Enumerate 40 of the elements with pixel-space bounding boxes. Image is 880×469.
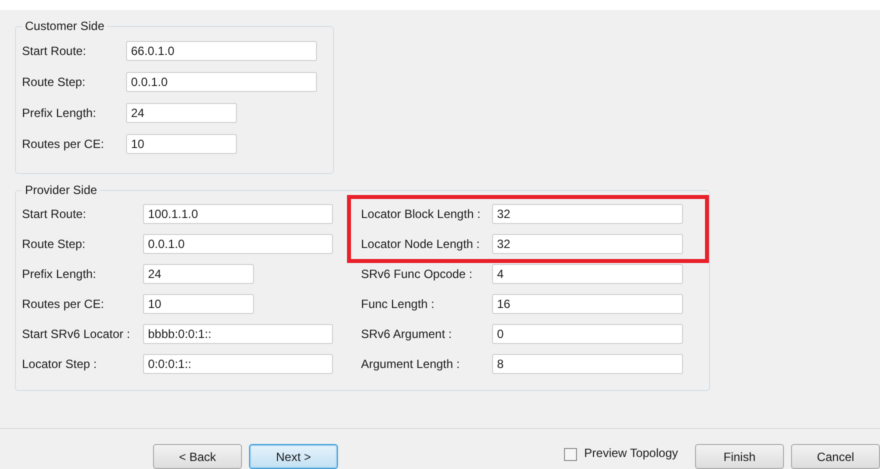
field-label: Route Step:	[22, 237, 86, 251]
checkbox-label[interactable]: Preview Topology	[584, 446, 678, 460]
group-title: Provider Side	[24, 183, 98, 197]
field-label: Start SRv6 Locator :	[22, 327, 132, 341]
input-field[interactable]: 0:0:0:1::	[143, 354, 333, 374]
field-label: Prefix Length:	[22, 267, 98, 281]
input-field[interactable]: 32	[492, 234, 683, 254]
field-label: Argument Length :	[361, 357, 461, 371]
input-field[interactable]: 4	[492, 264, 683, 284]
wizard-button[interactable]: Next >	[249, 444, 338, 469]
input-field[interactable]: 10	[143, 294, 254, 314]
field-label: SRv6 Argument :	[361, 327, 453, 341]
field-label: Func Length :	[361, 297, 436, 311]
field-label: Routes per CE:	[22, 297, 106, 311]
wizard-button[interactable]: Finish	[695, 444, 784, 469]
input-field[interactable]: bbbb:0:0:1::	[143, 324, 333, 344]
checkbox[interactable]	[564, 448, 578, 461]
input-field[interactable]: 100.1.1.0	[143, 204, 333, 224]
input-field[interactable]: 8	[492, 354, 683, 374]
wizard-button[interactable]: < Back	[153, 444, 242, 469]
input-field[interactable]: 24	[126, 102, 237, 122]
group-title: Customer Side	[24, 19, 106, 33]
wizard-button[interactable]: Cancel	[791, 444, 880, 469]
input-field[interactable]: 32	[492, 204, 683, 224]
field-label: SRv6 Func Opcode :	[361, 267, 474, 281]
field-label: Route Step:	[22, 74, 86, 88]
field-label: Start Route:	[22, 207, 88, 221]
field-label: Locator Step :	[22, 357, 98, 371]
input-field[interactable]: 16	[492, 294, 683, 314]
input-field[interactable]: 0.0.1.0	[143, 234, 333, 254]
input-field[interactable]: 66.0.1.0	[126, 40, 317, 60]
input-field[interactable]: 0	[492, 324, 683, 344]
field-label: Prefix Length:	[22, 106, 98, 120]
field-label: Start Route:	[22, 44, 88, 58]
input-field[interactable]: 10	[126, 134, 237, 154]
field-label: Routes per CE:	[22, 136, 106, 150]
field-label: Locator Block Length :	[361, 207, 482, 221]
input-field[interactable]: 24	[143, 264, 254, 284]
field-label: Locator Node Length :	[361, 237, 481, 251]
input-field[interactable]: 0.0.1.0	[126, 72, 317, 92]
